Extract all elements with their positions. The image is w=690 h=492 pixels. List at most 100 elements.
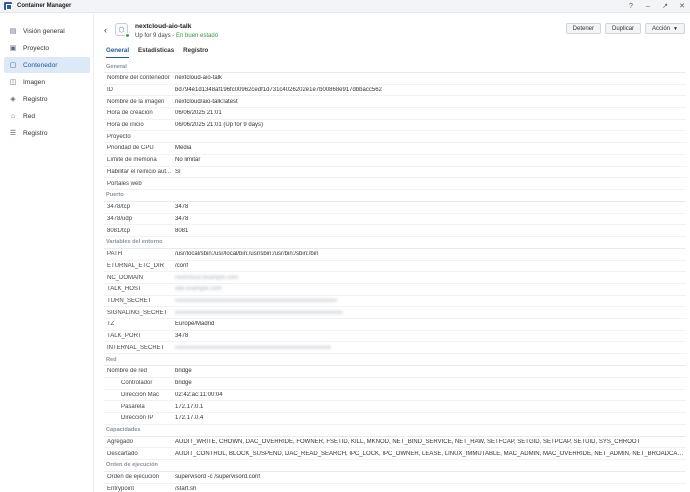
- container-status: Up for 9 days - En buen estado: [135, 33, 218, 39]
- details-table[interactable]: General Nombre del contenedor nextcloud-ai…: [104, 61, 686, 492]
- minimize-icon[interactable]: –: [644, 0, 652, 13]
- table-row: ID bd794e1d1348af196fc00962cedf1d731c4026…: [104, 85, 686, 97]
- overview-icon: ▤: [9, 28, 17, 35]
- section-header-exec: Orden de ejecución: [104, 460, 686, 472]
- sidebar-item-project[interactable]: ▣ Proyecto: [4, 40, 90, 56]
- row-value: 172.17.0.1: [175, 403, 204, 410]
- table-row: PATH/usr/local/sbin:/usr/local/bin:/usr/…: [104, 249, 686, 261]
- row-key: 8081/tcp: [107, 227, 131, 234]
- row-key: PATH: [107, 251, 123, 258]
- row-key: NC_DOMAIN: [107, 274, 144, 281]
- action-dropdown-button[interactable]: Acción ▼: [645, 23, 685, 34]
- table-row: INTERNAL_SECRET xxxxxxxxxxxxxxxxxxxxxxxxx…: [104, 342, 686, 355]
- tab-log[interactable]: Registro: [183, 47, 208, 58]
- table-row: Agregado AUDIT_WRITE, CHOWN, DAC_OVERRIDE…: [104, 437, 686, 449]
- row-key: SIGNALING_SECRET: [107, 309, 168, 316]
- row-value: 3478: [175, 215, 189, 222]
- project-icon: ▣: [9, 45, 17, 52]
- table-row: 3478/udp 3478: [104, 214, 686, 226]
- sidebar-item-image[interactable]: ◫ Imagen: [4, 74, 90, 90]
- table-row: TZ Europe/Madrid: [104, 319, 686, 331]
- table-row: TALK_HOST talk.example.com: [104, 284, 686, 296]
- close-icon[interactable]: ✕: [678, 0, 686, 13]
- section-header-env: Variables del entorno: [104, 237, 686, 249]
- row-key: Proyecto: [107, 133, 131, 140]
- maximize-icon[interactable]: ↗: [661, 0, 669, 13]
- sidebar-item-label: Visión general: [23, 27, 65, 35]
- table-row: Hora de creación 06/06/2025 21:01: [104, 108, 686, 120]
- table-row: 3478/tcp 3478: [104, 202, 686, 214]
- table-row: Nombre de la imagen nextcloud/aio-talk:la…: [104, 96, 686, 109]
- sidebar: ▤ Visión general ▣ Proyecto ▢ Contenedor…: [0, 14, 94, 492]
- uptime-text: Up for 9 days: [135, 33, 171, 39]
- main-panel: ‹ ⬡ nextcloud-aio-talk Up for 9 days - E…: [95, 14, 690, 492]
- tab-bar: General Estadísticas Registro: [106, 47, 208, 58]
- row-key: Pasarela: [121, 403, 145, 410]
- sidebar-item-network[interactable]: ⌂ Red: [4, 108, 90, 124]
- header-actions: Detener Duplicar Acción ▼: [565, 23, 685, 34]
- table-row: Orden de ejecución supervisord -c /superv…: [104, 472, 686, 484]
- table-row: Proyecto: [104, 131, 686, 144]
- row-value: xxxxxxxxxxxxxxxxxxxxxxxxxxxxxxxxxxxxxxxx…: [175, 344, 331, 351]
- sidebar-item-label: Contenedor: [23, 61, 58, 69]
- app-title: Container Manager: [17, 3, 72, 9]
- sidebar-item-overview[interactable]: ▤ Visión general: [4, 23, 90, 39]
- container-manager-logo-icon: [4, 2, 12, 10]
- table-row: SIGNALING_SECRET xxxxxxxxxxxxxxxxxxxxxxxx…: [104, 307, 686, 320]
- row-value: /start.sh: [175, 485, 197, 492]
- table-row: Hora de inicio 06/06/2025 21:01 (Up for 9…: [104, 120, 686, 132]
- row-value: nextcloud-aio-talk: [175, 75, 223, 82]
- stop-button[interactable]: Detener: [565, 23, 602, 34]
- network-icon: ⌂: [10, 112, 16, 120]
- back-arrow-icon[interactable]: ‹: [104, 25, 107, 35]
- row-value: AUDIT_WRITE, CHOWN, DAC_OVERRIDE, FOWNER…: [175, 438, 641, 445]
- row-value: Media: [175, 145, 192, 152]
- container-icon: ▢: [9, 62, 17, 69]
- row-value: No limitar: [175, 157, 201, 164]
- table-row: Habilitar el reinicio aut... Sí: [104, 167, 686, 179]
- sidebar-item-container[interactable]: ▢ Contenedor: [4, 57, 90, 73]
- table-row: 8081/tcp 8081: [104, 225, 686, 237]
- row-value: bd794e1d1348af196fc00962cedf1d731c402620…: [175, 87, 382, 94]
- help-icon[interactable]: ?: [627, 0, 635, 13]
- sidebar-item-log[interactable]: ☰ Registro: [4, 125, 90, 141]
- image-icon: ◫: [9, 79, 17, 86]
- row-value: bridge: [175, 380, 192, 387]
- table-row: TALK_PORT 3478: [104, 331, 686, 343]
- row-key: Límite de memoria: [107, 157, 157, 164]
- row-value: 06/06/2025 21:01: [175, 110, 222, 117]
- row-value: xxxxxxxxxxxxxxxxxxxxxxxxxxxxxxxxxxxxxxxx…: [175, 298, 337, 305]
- row-key: Dirección Mac: [121, 391, 160, 398]
- duplicate-button[interactable]: Duplicar: [605, 23, 642, 34]
- tab-general[interactable]: General: [106, 47, 130, 58]
- section-header-general: General: [104, 61, 686, 73]
- row-key: TZ: [107, 321, 115, 328]
- row-value: 8081: [175, 227, 189, 234]
- sidebar-item-label: Registro: [23, 95, 48, 103]
- sidebar-item-label: Imagen: [23, 78, 45, 86]
- row-key: Agregado: [107, 438, 134, 445]
- running-status-icon: [125, 33, 130, 38]
- row-key: Orden de ejecución: [107, 474, 160, 481]
- row-value: talk.example.com: [175, 286, 222, 293]
- sidebar-item-registry[interactable]: ◈ Registro: [4, 91, 90, 107]
- table-row: ETURNAL_ETC_DIR/conf: [104, 261, 686, 273]
- row-value: 3478: [175, 333, 189, 340]
- section-header-caps: Capacidades: [104, 425, 686, 437]
- row-value: AUDIT_CONTROL, BLOCK_SUSPEND, DAC_READ_S…: [175, 450, 686, 457]
- health-status: En buen estado: [176, 33, 219, 39]
- row-value: bridge: [175, 368, 192, 375]
- table-row: Dirección IP 172.17.0.4: [104, 413, 686, 425]
- row-key: TALK_HOST: [107, 286, 142, 293]
- row-key: INTERNAL_SECRET: [107, 344, 165, 351]
- row-key: ID: [107, 87, 113, 94]
- table-row: Límite de memoria No limitar: [104, 155, 686, 167]
- sidebar-item-label: Proyecto: [23, 44, 50, 52]
- registry-icon: ◈: [10, 96, 16, 103]
- row-value: Sí: [175, 168, 181, 175]
- table-row: Nombre de red bridge: [104, 366, 686, 378]
- tab-statistics[interactable]: Estadísticas: [138, 47, 174, 58]
- table-row: TURN_SECRET xxxxxxxxxxxxxxxxxxxxxxxxxxxxx…: [104, 296, 686, 308]
- row-value: 02:42:ac:11:00:04: [175, 391, 223, 398]
- table-row: Portales web: [104, 178, 686, 190]
